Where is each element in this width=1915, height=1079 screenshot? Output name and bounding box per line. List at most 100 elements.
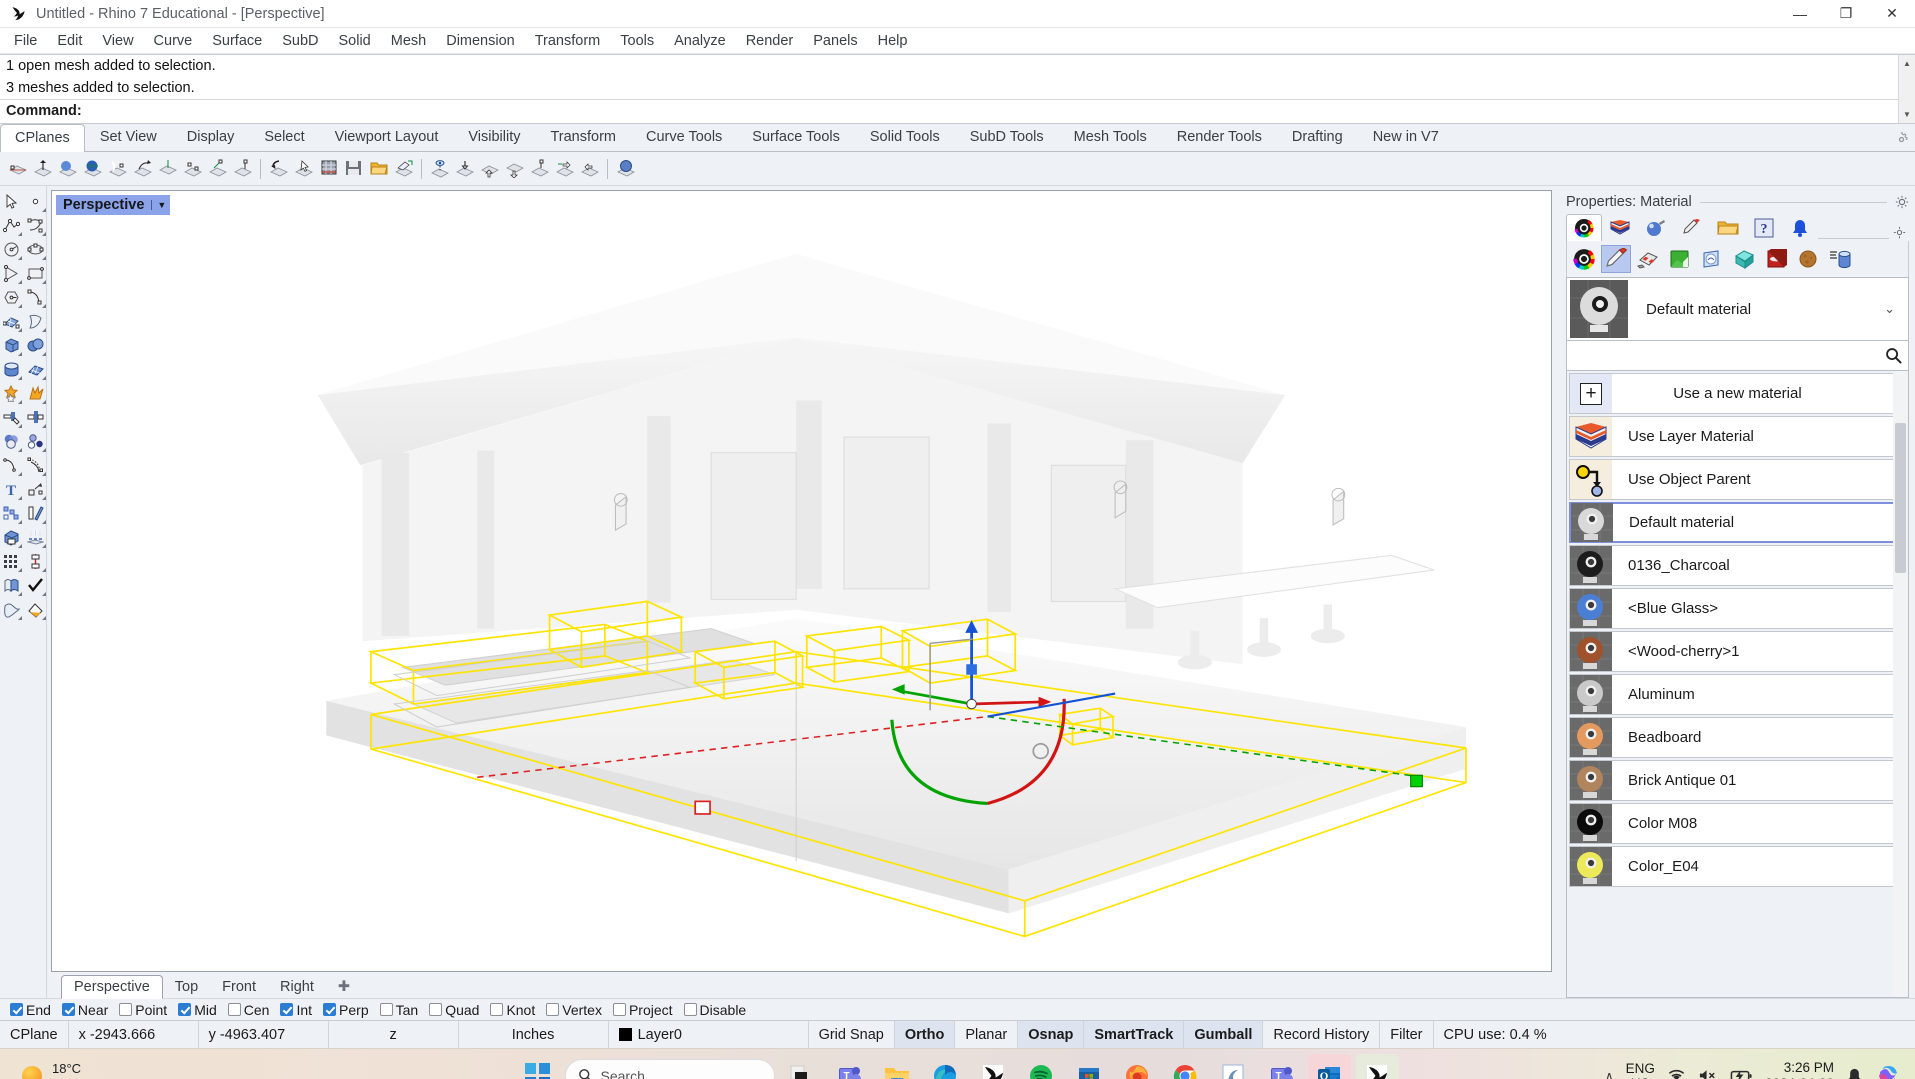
maximize-button[interactable]: ❐ <box>1823 0 1869 28</box>
material-list-item[interactable]: Color M08 <box>1569 803 1906 844</box>
subtool-decal[interactable] <box>1761 245 1791 273</box>
subtool-teal-cube[interactable] <box>1729 245 1759 273</box>
notification-bell-icon[interactable] <box>1846 1067 1863 1079</box>
open-cplane-icon[interactable] <box>367 157 390 180</box>
menu-item-panels[interactable]: Panels <box>803 30 867 52</box>
toolbar-tab-surface-tools[interactable]: Surface Tools <box>737 123 855 151</box>
curve-fillet-icon[interactable] <box>0 454 23 477</box>
split-icon[interactable] <box>24 406 47 429</box>
material-list-item[interactable]: Use Layer Material <box>1569 416 1906 457</box>
osnap-checkbox[interactable] <box>429 1003 443 1016</box>
minimize-button[interactable]: — <box>1777 0 1823 28</box>
menu-item-dimension[interactable]: Dimension <box>436 30 525 52</box>
material-search-input[interactable] <box>1567 341 1878 370</box>
panel-tab-notifications[interactable] <box>1782 214 1818 241</box>
copilot-icon[interactable]: PRE <box>1875 1063 1901 1079</box>
toolbar-tab-subd-tools[interactable]: SubD Tools <box>955 123 1059 151</box>
osnap-checkbox[interactable] <box>379 1003 393 1016</box>
cplane-undo-icon[interactable] <box>267 157 290 180</box>
polyline-icon[interactable] <box>0 214 23 237</box>
osnap-tan[interactable]: Tan <box>376 1002 423 1018</box>
osnap-checkbox[interactable] <box>178 1003 192 1016</box>
lights-icon[interactable] <box>24 526 47 549</box>
cplane-export-icon[interactable] <box>392 157 415 180</box>
material-list-item[interactable]: Default material <box>1569 502 1906 543</box>
menu-item-solid[interactable]: Solid <box>329 30 381 52</box>
clock[interactable]: 3:26 PM 2024-04-09 <box>1765 1060 1834 1079</box>
cplane-object-sphere-icon[interactable] <box>614 157 637 180</box>
viewport-tab-top[interactable]: Top <box>163 976 210 998</box>
command-scrollbar[interactable]: ▲ ▼ <box>1898 55 1915 123</box>
status-toggle-filter[interactable]: Filter <box>1380 1021 1434 1048</box>
select-arrow-icon[interactable] <box>0 190 23 213</box>
status-toggle-osnap[interactable]: Osnap <box>1018 1021 1085 1048</box>
subtool-checker-texture[interactable] <box>1633 245 1663 273</box>
taskbar-app-outlook[interactable]: O <box>1307 1053 1351 1079</box>
material-list-scrollbar[interactable] <box>1893 371 1908 997</box>
command-prompt[interactable]: Command: <box>0 99 1915 123</box>
box-icon[interactable] <box>0 334 23 357</box>
material-list-item[interactable]: Beadboard <box>1569 717 1906 758</box>
menu-item-subd[interactable]: SubD <box>272 30 328 52</box>
solid-union-icon[interactable] <box>0 526 23 549</box>
taskbar-app-sketchup[interactable] <box>1212 1054 1255 1079</box>
toolbar-tab-mesh-tools[interactable]: Mesh Tools <box>1059 123 1162 151</box>
toolbar-tab-set-view[interactable]: Set View <box>85 123 172 151</box>
cplane-elevation-icon[interactable] <box>31 157 54 180</box>
osnap-disable[interactable]: Disable <box>680 1002 751 1018</box>
layers-color-icon[interactable] <box>0 430 23 453</box>
toolbar-tab-new-in-v7[interactable]: New in V7 <box>1358 123 1454 151</box>
osnap-checkbox[interactable] <box>280 1003 294 1016</box>
use-new-material-row[interactable]: + Use a new material <box>1569 373 1906 414</box>
toolbar-tab-curve-tools[interactable]: Curve Tools <box>631 123 737 151</box>
surface-from-points-icon[interactable] <box>0 310 23 333</box>
scroll-up-icon[interactable]: ▲ <box>1899 55 1915 72</box>
surface-extrude-icon[interactable] <box>24 310 47 333</box>
taskbar-app-rhino[interactable] <box>972 1054 1015 1079</box>
subtool-paint-tube[interactable] <box>1601 245 1631 273</box>
taskbar-app-microsoft-store[interactable] <box>1068 1054 1111 1079</box>
close-button[interactable]: ✕ <box>1869 0 1915 28</box>
status-toggle-ortho[interactable]: Ortho <box>894 1021 956 1048</box>
subtool-environment[interactable] <box>1697 245 1727 273</box>
viewport-tab-right[interactable]: Right <box>268 976 326 998</box>
taskbar-app-rhino-active[interactable] <box>1355 1053 1399 1079</box>
curve-offset-icon[interactable] <box>24 454 47 477</box>
osnap-checkbox[interactable] <box>227 1003 241 1016</box>
toolbar-tab-render-tools[interactable]: Render Tools <box>1162 123 1277 151</box>
panel-settings-icon[interactable] <box>1889 226 1909 239</box>
ellipse-icon[interactable] <box>24 238 47 261</box>
current-material-header[interactable]: Default material ⌄ <box>1566 277 1909 341</box>
start-button[interactable] <box>517 1054 560 1079</box>
toolbar-tab-visibility[interactable]: Visibility <box>453 123 535 151</box>
spheres-icon[interactable] <box>24 334 47 357</box>
array-along-curve-icon[interactable] <box>24 550 47 573</box>
viewport-title[interactable]: Perspective ▼ <box>56 195 171 215</box>
osnap-checkbox[interactable] <box>61 1003 75 1016</box>
subtool-ground-plane[interactable] <box>1793 245 1823 273</box>
trim-icon[interactable] <box>0 406 23 429</box>
panel-tab-folder[interactable] <box>1710 214 1746 241</box>
panel-tab-help[interactable]: ? <box>1746 214 1782 241</box>
cplane-named-icon[interactable] <box>181 157 204 180</box>
battery-charging-icon[interactable] <box>1730 1068 1753 1079</box>
taskbar-app-logseq[interactable] <box>780 1054 823 1079</box>
viewport-tab-perspective[interactable]: Perspective <box>61 975 163 999</box>
paint-bucket-icon[interactable] <box>24 598 47 621</box>
language-indicator[interactable]: ENG US <box>1626 1061 1655 1079</box>
unroll-surface-icon[interactable] <box>0 574 23 597</box>
surface-analysis-icon[interactable] <box>0 598 23 621</box>
cplane-align-icon[interactable] <box>206 157 229 180</box>
status-toggle-smarttrack[interactable]: SmartTrack <box>1084 1021 1185 1048</box>
cplane-up-icon[interactable] <box>478 157 501 180</box>
view-eye-icon[interactable] <box>428 157 451 180</box>
osnap-perp[interactable]: Perp <box>319 1002 373 1018</box>
osnap-knot[interactable]: Knot <box>486 1002 539 1018</box>
status-layer[interactable]: Layer0 <box>609 1021 809 1048</box>
menu-item-help[interactable]: Help <box>868 30 918 52</box>
boolean-union-icon[interactable] <box>0 382 23 405</box>
cplane-prev-icon[interactable] <box>553 157 576 180</box>
osnap-checkbox[interactable] <box>490 1003 504 1016</box>
curve-blend-icon[interactable] <box>24 286 47 309</box>
status-toggle-gumball[interactable]: Gumball <box>1184 1021 1264 1048</box>
